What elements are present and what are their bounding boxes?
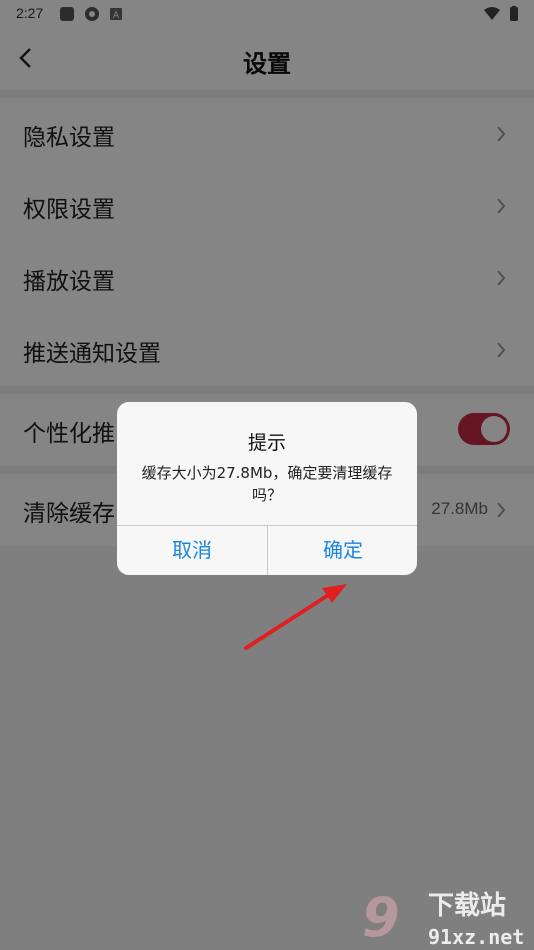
clear-cache-dialog: 提示 缓存大小为27.8Mb，确定要清理缓存吗？ 取消 确定	[117, 402, 417, 575]
svg-text:91xz.net: 91xz.net	[428, 925, 524, 949]
dialog-message: 缓存大小为27.8Mb，确定要清理缓存吗？	[141, 464, 393, 504]
site-watermark-logo: 9 下载站 91xz.net	[362, 886, 524, 949]
svg-text:下载站: 下载站	[428, 891, 506, 921]
dialog-title: 提示	[247, 432, 286, 454]
svg-text:9: 9	[362, 886, 400, 949]
cancel-button[interactable]: 取消	[117, 526, 267, 575]
confirm-button[interactable]: 确定	[268, 526, 417, 575]
